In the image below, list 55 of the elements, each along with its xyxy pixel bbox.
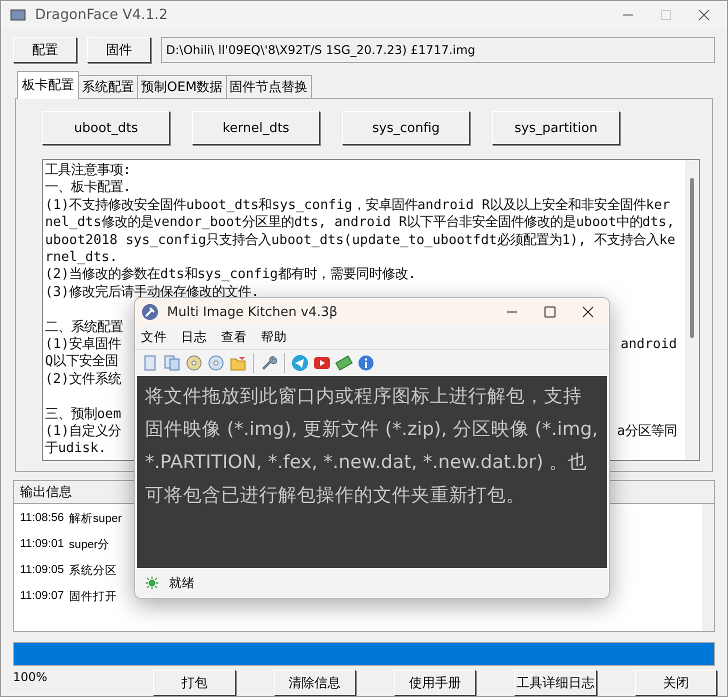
note-text: 三、预制oem <box>45 406 122 424</box>
copy-icon[interactable] <box>163 354 181 372</box>
config-button[interactable]: sys_partition <box>492 111 620 145</box>
note-text: (1)自定义分 <box>45 423 122 440</box>
path-field[interactable]: D:\Ohili\ ll'09EQ\'8\X92T/S 1SG_20.7.23) £1717.img <box>161 37 715 63</box>
info-icon[interactable] <box>357 354 375 372</box>
progress-percent: 100% <box>13 670 48 684</box>
note-text: android <box>620 336 677 354</box>
menu-item[interactable]: 日志 <box>181 329 207 346</box>
note-text: a分区等同 <box>616 423 677 440</box>
note-text: (2)文件系统 <box>45 370 122 388</box>
hammer-icon <box>141 303 159 321</box>
config-button[interactable]: uboot_dts <box>42 111 170 145</box>
log-time: 11:09:01 <box>20 538 64 550</box>
action-button[interactable]: 清除信息 <box>274 670 356 696</box>
tab[interactable]: 固件节点替换 <box>226 75 312 99</box>
window-title: Multi Image Kitchen v4.3β <box>167 304 338 320</box>
send-icon[interactable] <box>291 354 309 372</box>
log-message: 系统分区 <box>68 563 117 578</box>
config-button[interactable]: sys_config <box>342 111 470 145</box>
log-time: 11:09:07 <box>20 590 64 602</box>
note-text: 工具注意事项: <box>45 162 132 180</box>
action-button[interactable]: 打包 <box>153 670 236 696</box>
toolbar-button[interactable]: 固件 <box>87 37 151 63</box>
menu-item[interactable]: 文件 <box>141 329 167 346</box>
wrench-icon[interactable] <box>260 354 278 372</box>
action-button[interactable]: 关闭 <box>634 670 718 696</box>
tab[interactable]: 板卡配置 <box>17 71 79 99</box>
action-button[interactable]: 工具详细日志 <box>514 670 597 696</box>
scrollbar-thumb[interactable] <box>690 178 694 338</box>
toolbar-button[interactable]: 配置 <box>13 37 77 63</box>
sun-icon <box>145 576 159 590</box>
note-text: (1)不支持修改安全固件uboot_dts和sys_config，安卓固件android R以及以上安全和非安全固件kernel_dts修改的是vendor_boot分区里的dts, android R以下平台非安全固件修改的是uboot中的dts, uboot2018 sys_config只支持合入uboot_dts(update_to_ubootfdt必须配置为1), 不支持合入kernel_dts. <box>45 196 676 266</box>
note-text: 于udisk. <box>45 440 106 458</box>
log-message: super分 <box>68 538 110 552</box>
log-time: 11:08:56 <box>20 512 64 524</box>
folder-icon[interactable] <box>229 354 247 372</box>
menu-item[interactable]: 查看 <box>221 329 247 346</box>
drop-hint: 将文件拖放到此窗口内或程序图标上进行解包，支持固件映像 (*.img), 更新文件 (*.zip), 分区映像 (*.img, *.PARTITION, *.fex, *.new.dat, *.new.dat.br) 。也可将包含已进行解包操作的文件夹重新打包。 <box>137 376 607 568</box>
config-button[interactable]: kernel_dts <box>192 111 320 145</box>
note-text: (1)安卓固件 <box>45 336 122 354</box>
window-title: DragonFace V4.1.2 <box>35 7 169 23</box>
action-button[interactable]: 使用手册 <box>394 670 476 696</box>
note-text: Q以下安全固 <box>45 353 118 371</box>
note-text: (2)当修改的参数在dts和sys_config都有时，需要同时修改. <box>45 266 416 284</box>
menu-item[interactable]: 帮助 <box>261 329 287 346</box>
log-message: 解析super <box>68 512 122 526</box>
disc-icon[interactable] <box>207 354 225 372</box>
note-text: 一、板卡配置. <box>45 179 132 197</box>
note-text: 二、系统配置 <box>45 318 123 336</box>
log-message: 固件打开 <box>68 590 117 604</box>
disc-icon[interactable] <box>185 354 203 372</box>
log-time: 11:09:05 <box>20 564 64 576</box>
play-icon[interactable] <box>313 354 331 372</box>
status-text: 就绪 <box>169 574 195 592</box>
